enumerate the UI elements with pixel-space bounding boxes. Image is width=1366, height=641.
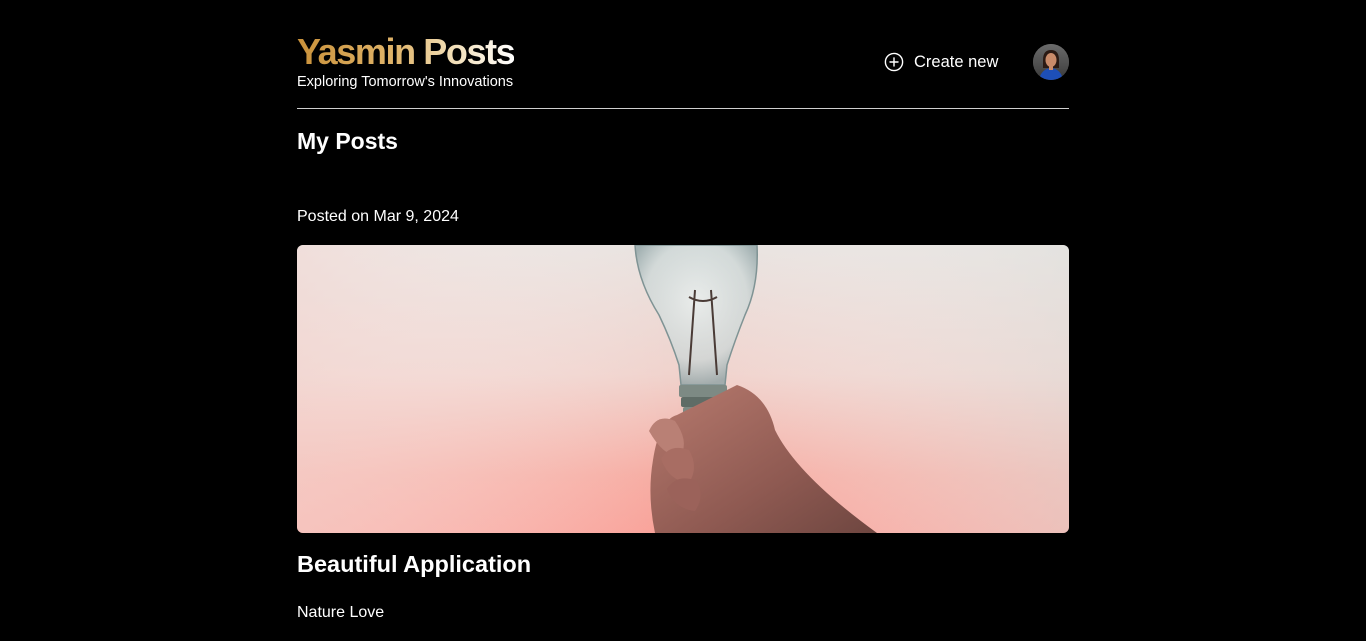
post-image[interactable] (297, 245, 1069, 533)
brand-tagline: Exploring Tomorrow's Innovations (297, 74, 514, 90)
site-header: Yasmin Posts Exploring Tomorrow's Innova… (297, 0, 1069, 109)
create-new-label: Create new (914, 53, 999, 71)
post-category: Nature Love (297, 604, 385, 621)
page-container: Yasmin Posts Exploring Tomorrow's Innova… (297, 0, 1069, 621)
page-title: My Posts (297, 128, 398, 154)
user-avatar[interactable] (1033, 44, 1069, 80)
create-new-button[interactable]: Create new (884, 50, 998, 74)
brand-title[interactable]: Yasmin Posts (297, 32, 516, 72)
post-title[interactable]: Beautiful Application (297, 548, 531, 580)
plus-circle-icon (884, 52, 904, 72)
post-date: Posted on Mar 9, 2024 (297, 208, 459, 225)
